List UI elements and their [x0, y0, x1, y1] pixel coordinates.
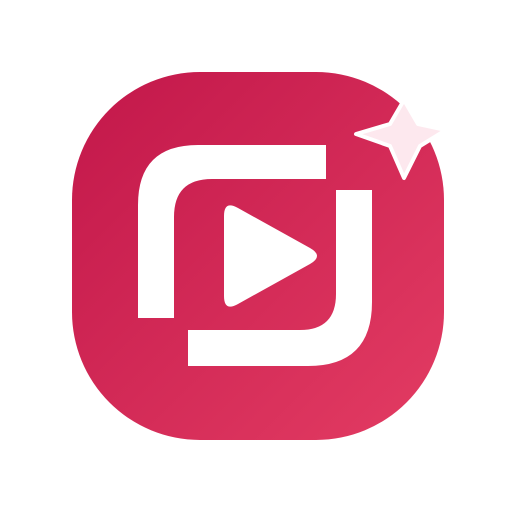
- app-icon[interactable]: [0, 0, 512, 512]
- app-icon-canvas: [0, 0, 512, 512]
